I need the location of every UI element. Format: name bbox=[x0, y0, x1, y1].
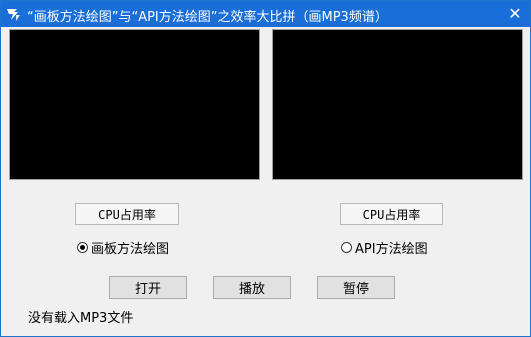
pause-button[interactable]: 暂停 bbox=[317, 276, 395, 299]
client-area: CPU占用率 CPU占用率 画板方法绘图 API方法绘图 打开 播放 暂停 没有… bbox=[1, 27, 530, 336]
pause-button-label[interactable]: 暂停 bbox=[343, 278, 369, 297]
play-button-label[interactable]: 播放 bbox=[239, 278, 265, 297]
play-button[interactable]: 播放 bbox=[213, 276, 291, 299]
radio-checked-icon[interactable] bbox=[77, 242, 88, 253]
open-button-label[interactable]: 打开 bbox=[135, 278, 161, 297]
radio-unchecked-icon[interactable] bbox=[341, 242, 352, 253]
open-button[interactable]: 打开 bbox=[109, 276, 187, 299]
title-bar[interactable]: “画板方法绘图”与“API方法绘图”之效率大比拼（画MP3频谱） ✕ bbox=[1, 1, 530, 27]
radio-api-method[interactable]: API方法绘图 bbox=[341, 238, 428, 257]
radio-canvas-method-label[interactable]: 画板方法绘图 bbox=[91, 238, 169, 257]
app-logo-icon bbox=[7, 9, 20, 21]
left-cpu-usage-box: CPU占用率 bbox=[75, 203, 179, 225]
status-text: 没有载入MP3文件 bbox=[28, 311, 134, 326]
radio-api-method-label[interactable]: API方法绘图 bbox=[355, 238, 428, 257]
right-cpu-usage-box: CPU占用率 bbox=[340, 203, 443, 225]
radio-canvas-method[interactable]: 画板方法绘图 bbox=[77, 238, 169, 257]
left-drawing-canvas bbox=[9, 29, 260, 180]
close-button[interactable]: ✕ bbox=[506, 5, 524, 23]
left-cpu-usage-label: CPU占用率 bbox=[98, 207, 156, 222]
right-drawing-canvas bbox=[272, 29, 523, 180]
main-window: “画板方法绘图”与“API方法绘图”之效率大比拼（画MP3频谱） ✕ CPU占用… bbox=[0, 0, 531, 337]
close-icon[interactable]: ✕ bbox=[508, 4, 521, 23]
window-title: “画板方法绘图”与“API方法绘图”之效率大比拼（画MP3频谱） bbox=[27, 10, 388, 25]
right-cpu-usage-label: CPU占用率 bbox=[362, 207, 421, 222]
